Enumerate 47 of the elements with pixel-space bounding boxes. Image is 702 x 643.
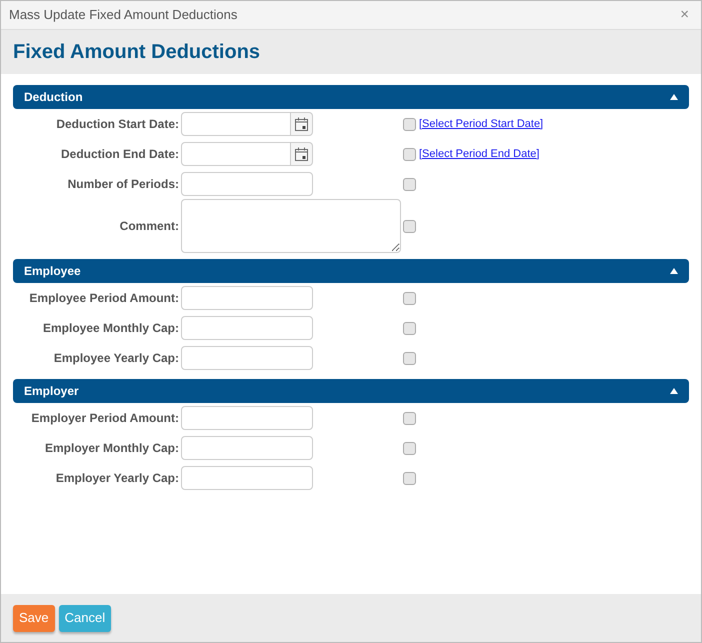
calendar-icon: [295, 117, 308, 131]
field-label: Number of Periods:: [66, 176, 179, 193]
date-field[interactable]: [181, 142, 291, 166]
field-label: Employee Monthly Cap:: [42, 320, 179, 337]
calendar-icon: [295, 147, 308, 161]
field-label: Deduction End Date:: [60, 146, 179, 163]
field-label: Employee Yearly Cap:: [52, 350, 179, 367]
section-title: Employer: [24, 383, 79, 400]
calendar-button[interactable]: [291, 112, 313, 136]
section-header[interactable]: Deduction: [13, 85, 689, 109]
text-field[interactable]: [181, 286, 313, 310]
field-label: Employer Monthly Cap:: [44, 440, 179, 457]
checkbox[interactable]: [403, 118, 416, 130]
text-field[interactable]: [181, 172, 313, 196]
field-label: Deduction Start Date:: [55, 116, 179, 133]
checkbox[interactable]: [403, 412, 416, 424]
text-field[interactable]: [181, 316, 313, 340]
collapse-icon: [670, 388, 678, 394]
window-title: Mass Update Fixed Amount Deductions: [9, 6, 238, 24]
checkbox[interactable]: [403, 220, 416, 232]
checkbox[interactable]: [403, 442, 416, 454]
date-field[interactable]: [181, 112, 291, 136]
checkbox[interactable]: [403, 292, 416, 304]
field-label: Employer Period Amount:: [30, 410, 179, 427]
checkbox[interactable]: [403, 472, 416, 484]
section-header[interactable]: Employee: [13, 259, 689, 283]
field-label: Employee Period Amount:: [28, 290, 179, 307]
field-label: Comment:: [118, 218, 179, 235]
collapse-icon: [670, 94, 678, 100]
text-field[interactable]: [181, 466, 313, 490]
checkbox[interactable]: [403, 322, 416, 334]
page-heading: Fixed Amount Deductions: [13, 40, 260, 65]
checkbox[interactable]: [403, 178, 416, 190]
section-title: Deduction: [24, 89, 83, 106]
checkbox[interactable]: [403, 148, 416, 160]
text-field[interactable]: [181, 406, 313, 430]
section-title: Employee: [24, 263, 81, 280]
calendar-button[interactable]: [291, 142, 313, 166]
select-period-link[interactable]: [Select Period Start Date]: [419, 116, 544, 132]
text-field[interactable]: [181, 346, 313, 370]
comment-field[interactable]: [181, 199, 401, 253]
text-field[interactable]: [181, 436, 313, 460]
select-period-link[interactable]: [Select Period End Date]: [419, 146, 540, 162]
field-label: Employer Yearly Cap:: [54, 470, 179, 487]
collapse-icon: [670, 268, 678, 274]
checkbox[interactable]: [403, 352, 416, 364]
section-header[interactable]: Employer: [13, 379, 689, 403]
